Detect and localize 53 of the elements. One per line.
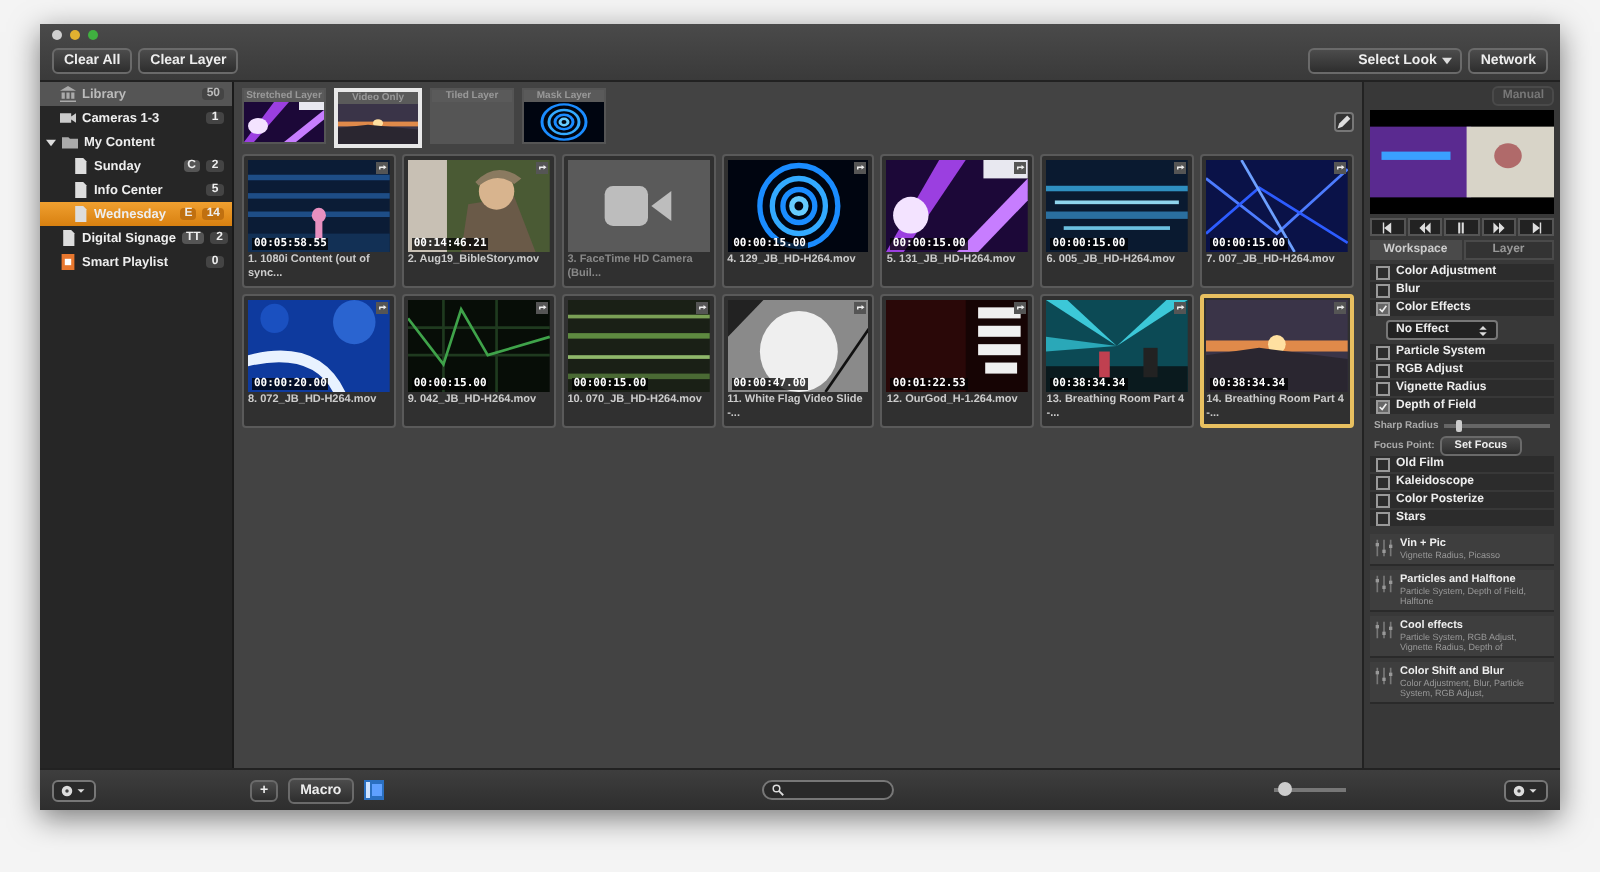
caret-icon bbox=[1442, 56, 1453, 66]
slider-thumb[interactable] bbox=[1277, 782, 1292, 796]
caret-icon bbox=[1478, 325, 1488, 335]
sliders-icon bbox=[1374, 574, 1394, 594]
camera-icon bbox=[60, 110, 76, 126]
settings-button[interactable] bbox=[52, 779, 96, 801]
loop-icon bbox=[1174, 162, 1187, 174]
checkbox[interactable] bbox=[1376, 345, 1390, 359]
video-camera-icon bbox=[604, 186, 673, 226]
gear-icon bbox=[60, 783, 88, 797]
skip-forward-button[interactable] bbox=[1518, 218, 1554, 236]
settings-button[interactable] bbox=[1504, 779, 1548, 801]
window-minimize-button[interactable] bbox=[70, 30, 80, 40]
checkbox[interactable] bbox=[1376, 511, 1390, 525]
pause-button[interactable] bbox=[1444, 218, 1480, 236]
checkbox[interactable] bbox=[1376, 363, 1390, 377]
skip-back-icon bbox=[1380, 221, 1395, 233]
search-icon bbox=[772, 784, 785, 796]
window-zoom-button[interactable] bbox=[88, 30, 98, 40]
loop-icon bbox=[1014, 302, 1027, 314]
loop-icon bbox=[854, 162, 867, 174]
rewind-icon bbox=[1417, 221, 1432, 233]
disclosure-icon[interactable] bbox=[46, 137, 56, 147]
checkbox[interactable] bbox=[1376, 265, 1390, 279]
edit-button[interactable] bbox=[1334, 112, 1354, 132]
gear-icon bbox=[1512, 783, 1540, 797]
library-icon bbox=[60, 86, 76, 102]
checkbox[interactable] bbox=[1376, 301, 1390, 315]
film-icon[interactable] bbox=[363, 780, 384, 800]
slider-thumb[interactable] bbox=[1455, 419, 1461, 431]
checkbox[interactable] bbox=[1376, 381, 1390, 395]
skip-forward-icon bbox=[1529, 221, 1544, 233]
pencil-icon bbox=[1336, 114, 1352, 130]
checkbox[interactable] bbox=[1376, 475, 1390, 489]
fast-forward-icon bbox=[1492, 221, 1507, 233]
fast-forward-button[interactable] bbox=[1481, 218, 1517, 236]
sliders-icon bbox=[1374, 620, 1394, 640]
checkbox[interactable] bbox=[1376, 457, 1390, 471]
rewind-button[interactable] bbox=[1407, 218, 1443, 236]
window-close-button[interactable] bbox=[52, 30, 62, 40]
checkbox[interactable] bbox=[1376, 399, 1390, 413]
sliders-icon bbox=[1374, 666, 1394, 686]
pause-icon bbox=[1454, 221, 1469, 233]
loop-icon bbox=[1174, 302, 1187, 314]
search-field[interactable] bbox=[762, 780, 895, 800]
folder-icon bbox=[62, 134, 78, 150]
sliders-icon bbox=[1374, 538, 1394, 558]
loop-icon bbox=[1014, 162, 1027, 174]
loop-icon bbox=[854, 302, 867, 314]
checkbox[interactable] bbox=[1376, 493, 1390, 507]
skip-back-button[interactable] bbox=[1370, 218, 1406, 236]
smart-playlist-icon bbox=[60, 254, 76, 270]
checkbox[interactable] bbox=[1376, 283, 1390, 297]
